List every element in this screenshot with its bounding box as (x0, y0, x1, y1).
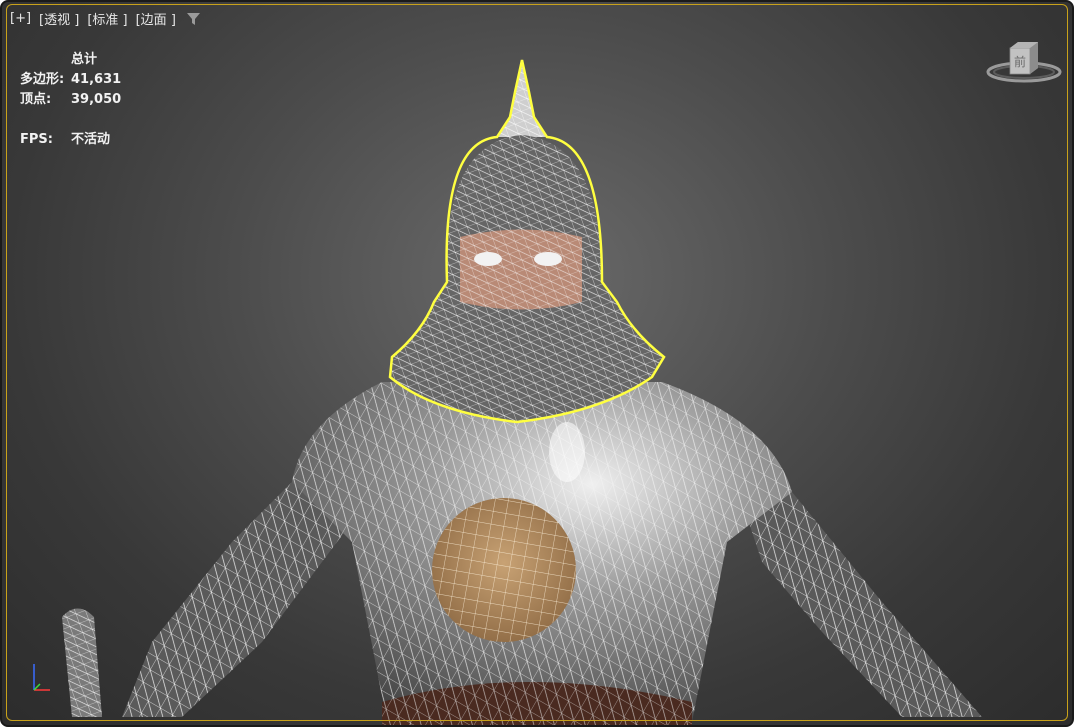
viewport-label-menu: [+] [透视 ] [标准 ] [边面 ] (10, 9, 201, 28)
armored-warrior-model[interactable] (2, 2, 1074, 727)
sword-hilt (62, 608, 102, 717)
viewport-visual-style-menu[interactable]: [边面 ] (136, 9, 176, 28)
vertices-value: 39,050 (71, 92, 122, 107)
left-arm (122, 472, 352, 717)
funnel-icon[interactable] (186, 12, 201, 26)
stats-title: 总计 (71, 52, 98, 67)
helmet[interactable] (388, 59, 666, 424)
statistics-overlay: 总计 多边形: 41,631 顶点: 39,050 FPS: 不活动 (20, 50, 121, 150)
stats-vertices-row: 顶点: 39,050 (20, 90, 121, 110)
stats-polygons-row: 多边形: 41,631 (20, 70, 121, 90)
viewport-general-menu[interactable]: [+] (10, 11, 31, 26)
viewcube-icon[interactable]: 前 (984, 34, 1064, 94)
viewport-point-of-view-menu[interactable]: [透视 ] (39, 9, 79, 28)
viewport-shading-quality-menu[interactable]: [标准 ] (87, 9, 127, 28)
viewcube-face-label: 前 (1014, 54, 1026, 69)
3d-viewport[interactable]: [+] [透视 ] [标准 ] [边面 ] 总计 多边形: 41,631 顶点:… (0, 0, 1074, 727)
vertices-label: 顶点: (20, 92, 52, 107)
polygons-value: 41,631 (71, 72, 122, 87)
chest-disc (432, 498, 576, 642)
polygons-label: 多边形: (20, 72, 65, 87)
stats-fps-row: FPS: 不活动 (20, 130, 121, 150)
fps-value: 不活动 (71, 132, 111, 147)
axis-tripod-icon (33, 664, 50, 691)
fps-label: FPS: (20, 132, 53, 147)
